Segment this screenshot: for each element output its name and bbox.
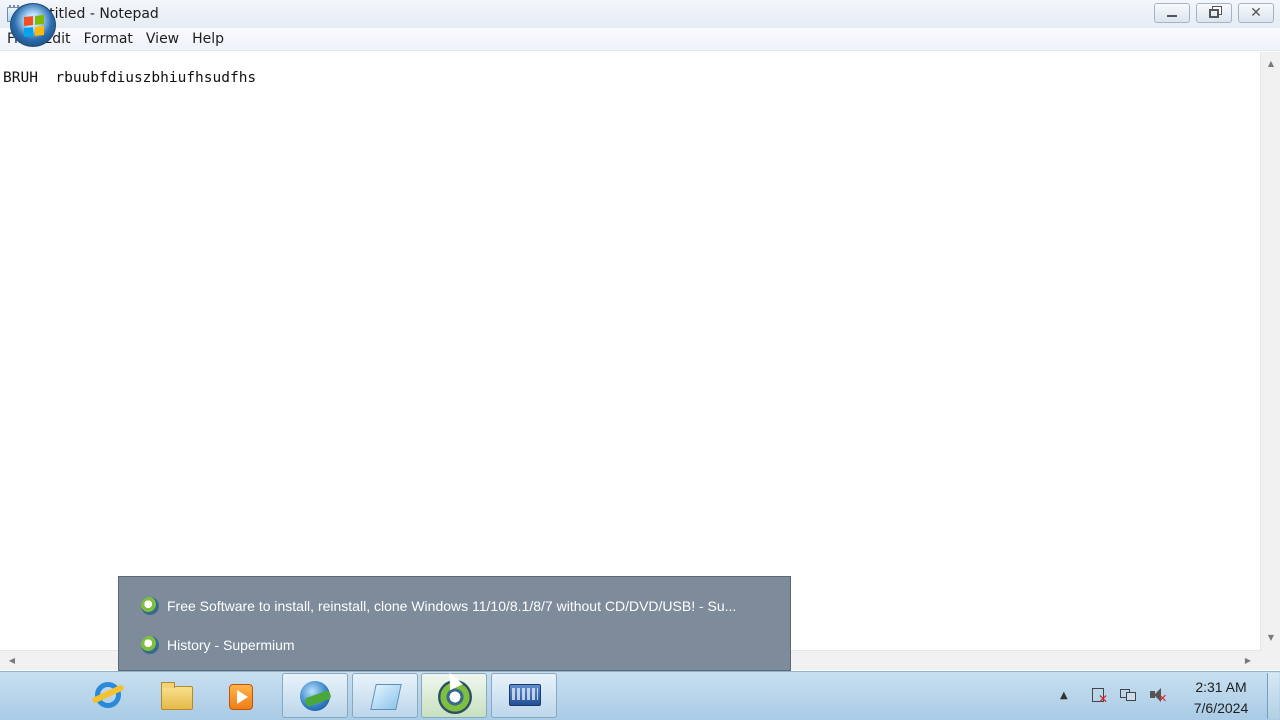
jumplist-item[interactable]: History - Supermium: [141, 635, 295, 655]
windows-logo-icon: [24, 14, 44, 38]
taskbar-internet-explorer[interactable]: [74, 673, 140, 718]
jumplist-item-label: History - Supermium: [167, 637, 295, 653]
taskbar-keyboard-app[interactable]: [491, 673, 557, 718]
taskbar-idm[interactable]: [282, 673, 348, 718]
taskbar-notepad[interactable]: [352, 673, 418, 718]
close-icon: ✕: [1250, 5, 1262, 21]
volume-muted-icon[interactable]: ✕: [1148, 686, 1168, 705]
close-button[interactable]: ✕: [1238, 3, 1274, 23]
keyboard-app-icon: [506, 678, 542, 714]
menu-format[interactable]: Format: [78, 31, 139, 47]
internet-explorer-icon: [89, 678, 125, 714]
text-editor[interactable]: BRUH rbuubfdiuszbhiufhsudfhs: [0, 52, 1260, 650]
system-clock[interactable]: 2:31 AM 7/6/2024: [1180, 677, 1262, 719]
show-desktop-button[interactable]: [1267, 673, 1279, 719]
media-player-icon: [223, 678, 259, 714]
file-explorer-icon: [158, 678, 194, 714]
menu-view[interactable]: View: [140, 31, 185, 47]
clock-date: 7/6/2024: [1193, 700, 1249, 716]
vertical-scrollbar[interactable]: ▲ ▼: [1260, 52, 1280, 650]
scroll-up-icon[interactable]: ▲: [1261, 56, 1280, 72]
menu-help[interactable]: Help: [186, 31, 230, 47]
restore-icon: [1209, 8, 1219, 18]
jumplist-item[interactable]: Free Software to install, reinstall, clo…: [141, 596, 736, 616]
taskbar-file-explorer[interactable]: [143, 673, 209, 718]
scroll-right-icon[interactable]: ▶: [1240, 651, 1256, 670]
minimize-icon: [1167, 15, 1177, 17]
start-button[interactable]: [10, 3, 56, 47]
menu-bar: File Edit Format View Help: [0, 28, 1280, 51]
action-center-alert-icon[interactable]: ✕: [1090, 686, 1110, 706]
tray-overflow-icon[interactable]: ▲: [1060, 690, 1068, 701]
idm-icon: [297, 678, 333, 714]
clock-time: 2:31 AM: [1195, 679, 1247, 695]
minimize-button[interactable]: [1154, 3, 1190, 23]
editor-content[interactable]: BRUH rbuubfdiuszbhiufhsudfhs: [3, 70, 256, 86]
title-bar[interactable]: Untitled - Notepad ✕: [0, 0, 1280, 28]
scrollbar-corner: [1260, 650, 1280, 670]
supermium-icon: [141, 636, 159, 654]
scroll-left-icon[interactable]: ◀: [4, 651, 20, 670]
taskbar-jumplist: Free Software to install, reinstall, clo…: [118, 576, 791, 671]
notepad-icon: [367, 678, 403, 714]
network-disconnected-icon[interactable]: [1119, 686, 1139, 704]
scroll-down-icon[interactable]: ▼: [1261, 630, 1280, 646]
taskbar-media-player[interactable]: [208, 673, 274, 718]
jumplist-item-label: Free Software to install, reinstall, clo…: [167, 598, 737, 614]
supermium-icon: [141, 597, 159, 615]
restore-button[interactable]: [1196, 3, 1232, 23]
